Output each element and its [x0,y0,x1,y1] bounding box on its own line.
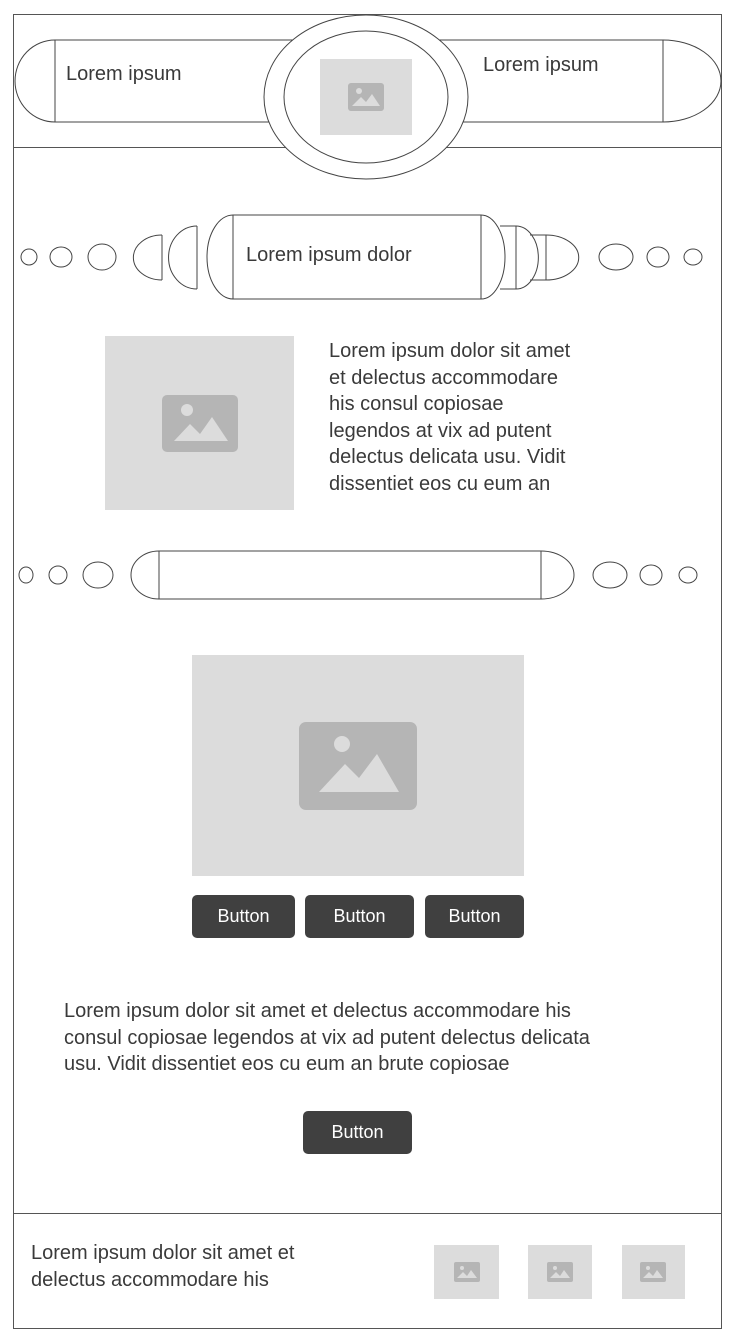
intro-paragraph: Lorem ipsum dolor sit amet et delectus a… [329,338,570,497]
image-icon [348,83,384,111]
intro-line: his consul copiosae [329,393,504,415]
body-line: Lorem ipsum dolor sit amet et delectus a… [64,1000,571,1022]
search-dots-left [18,561,114,589]
footer-thumb-3[interactable] [622,1245,685,1299]
intro-line: et delectus accommodare [329,366,559,389]
footer-thumb-2[interactable] [528,1245,592,1299]
media-button-2[interactable]: Button [305,895,414,938]
image-icon [454,1262,480,1282]
footer-text: Lorem ipsum dolor sit amet et delectus a… [31,1240,294,1293]
image-icon [547,1262,573,1282]
search-input[interactable] [162,554,542,598]
nav-dots-left [20,243,117,271]
body-paragraph: Lorem ipsum dolor sit amet et delectus a… [64,998,590,1078]
intro-image [105,336,294,510]
intro-line: delectus delicata usu. Vidit [329,446,566,468]
footer-line: delectus accommodare his [31,1268,269,1291]
intro-line: dissentiet eos cu eum an [329,472,551,495]
body-line: consul copiosae legendos at vix ad puten… [64,1026,590,1049]
image-icon [640,1262,666,1282]
footer-thumb-1[interactable] [434,1245,499,1299]
search-dots-right [592,561,698,589]
body-line: usu. Vidit dissentiet eos cu eum an brut… [64,1053,510,1075]
nav-dots-right [598,243,703,271]
header-right-label[interactable]: Lorem ipsum [483,52,599,79]
intro-line: Lorem ipsum dolor sit amet [329,340,571,362]
image-icon [299,722,417,810]
header-logo-image [320,59,412,135]
media-image [192,655,524,876]
body-button[interactable]: Button [303,1111,412,1154]
nav-title[interactable]: Lorem ipsum dolor [246,242,412,269]
media-button-3[interactable]: Button [425,895,524,938]
header-left-label[interactable]: Lorem ipsum [66,61,182,88]
media-button-1[interactable]: Button [192,895,295,938]
image-icon [162,395,238,452]
intro-line: legendos at vix ad putent [329,419,552,442]
footer-line: Lorem ipsum dolor sit amet et [31,1242,295,1264]
